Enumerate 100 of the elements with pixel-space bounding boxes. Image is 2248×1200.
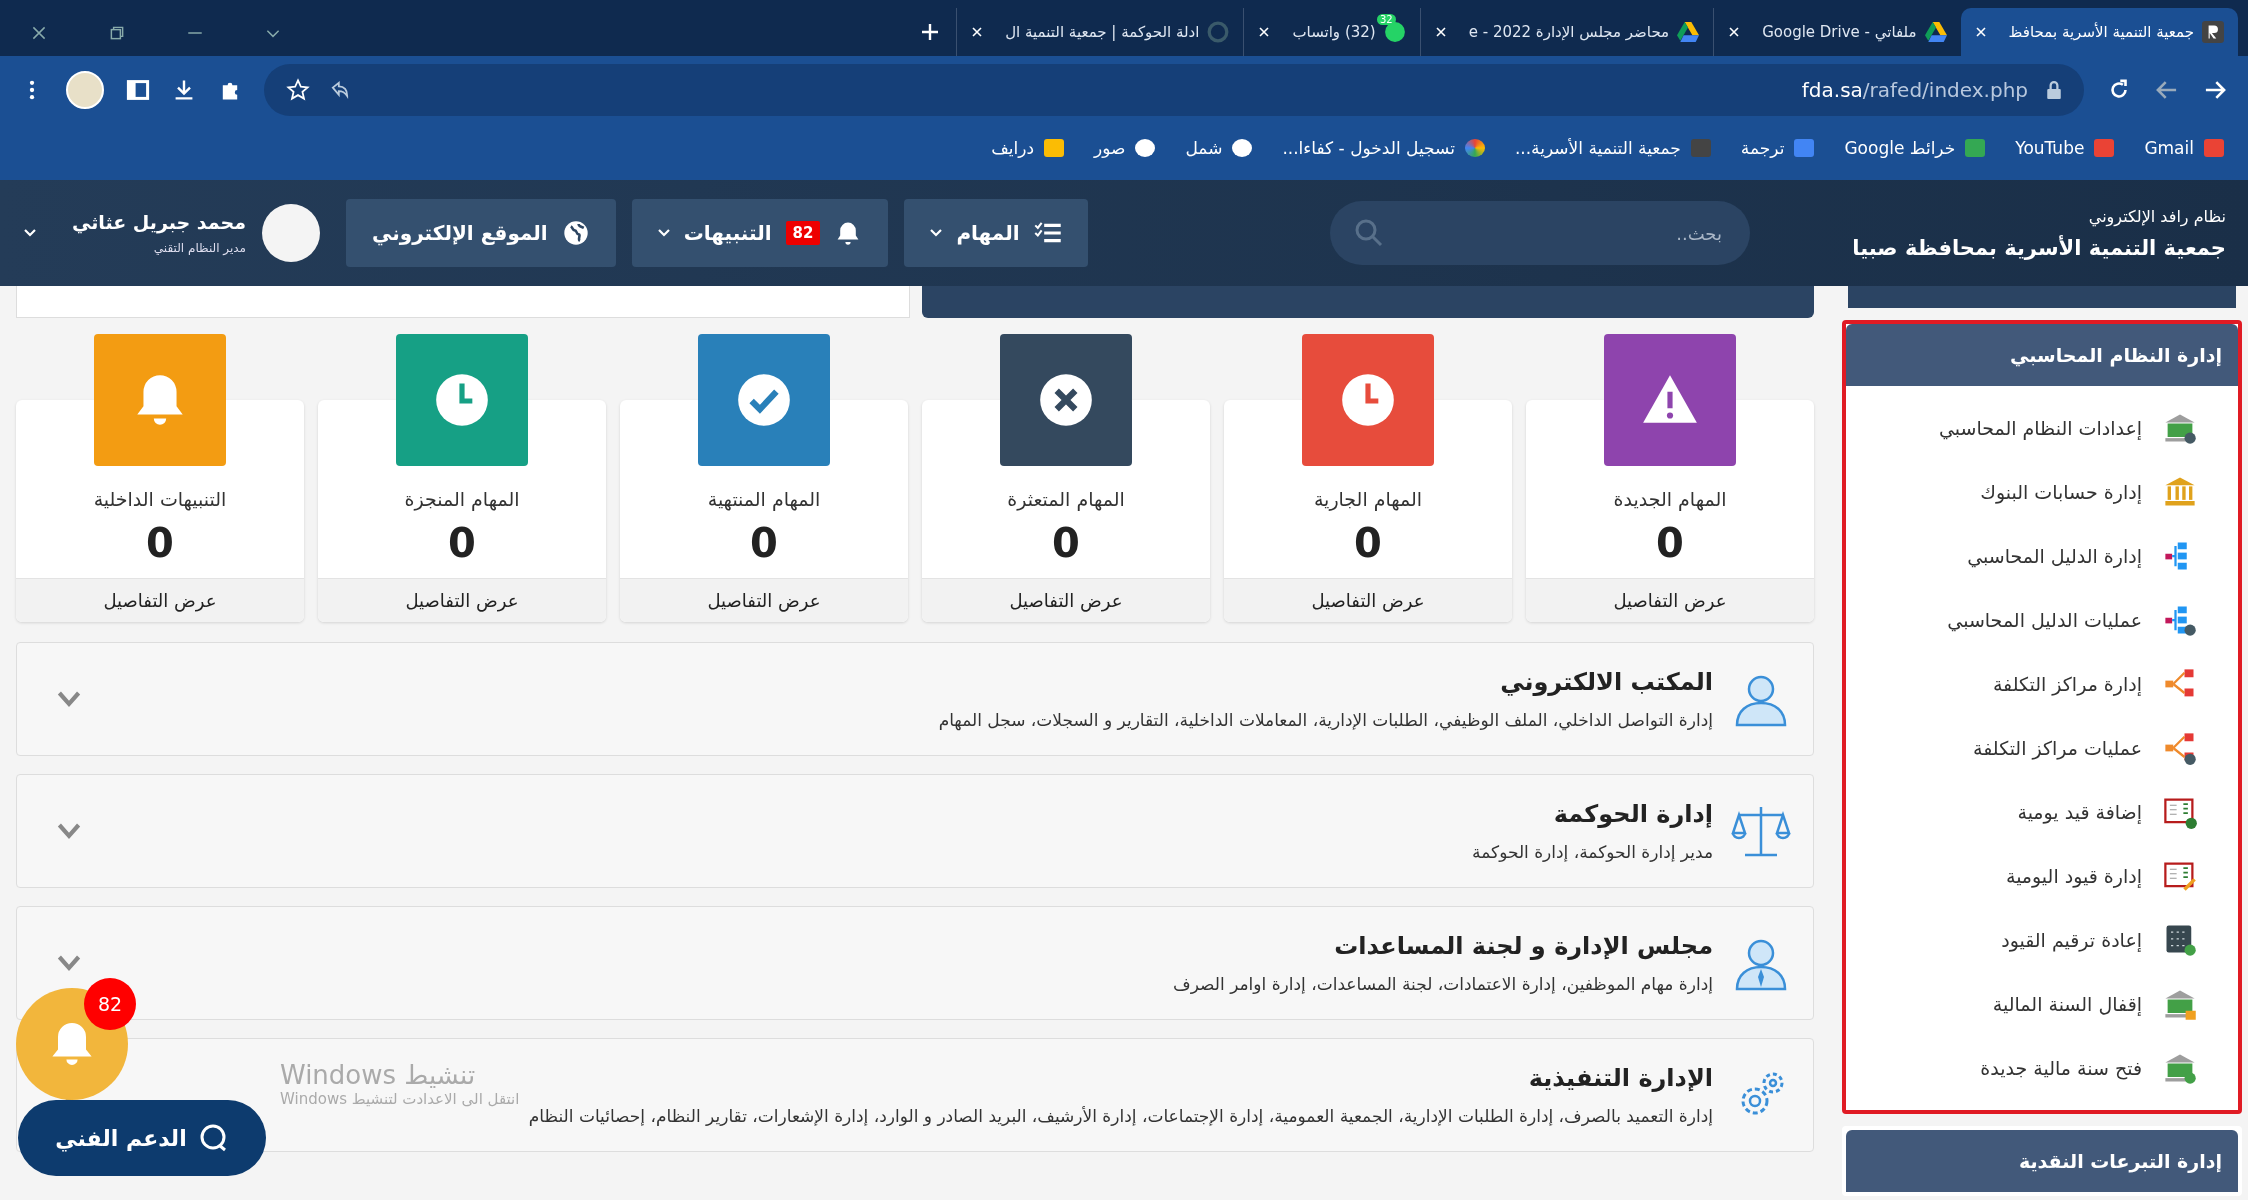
module-description: مدير إدارة الحوكمة، إدارة الحوكمة — [1472, 842, 1713, 862]
sidebar-icon[interactable] — [126, 78, 150, 102]
stat-value: 0 — [448, 520, 476, 566]
module-title: الإدارة التنفيذية — [1528, 1064, 1713, 1092]
stat-title: المهام المنتهية — [707, 488, 821, 510]
circle-icon — [1207, 21, 1230, 43]
menu-item[interactable]: إدارة حسابات البنوك — [1846, 460, 2238, 524]
caret-icon — [930, 229, 943, 237]
stat-title: التنبيهات الداخلية — [93, 488, 227, 510]
menu-item[interactable]: إعادة ترقيم القيود — [1846, 908, 2238, 972]
tab-badge: 32 — [1376, 14, 1396, 25]
chevron-down-icon[interactable] — [57, 690, 81, 708]
tab-title: محاضر مجلس الإدارة 2022 - e — [1468, 23, 1670, 41]
close-icon[interactable] — [30, 24, 48, 42]
activation-title: تنشيط Windows — [280, 1060, 476, 1090]
tasks-button[interactable]: المهام — [904, 199, 1088, 267]
caret-icon — [657, 229, 670, 237]
details-link[interactable]: عرض التفاصيل — [1224, 578, 1512, 622]
details-link[interactable]: عرض التفاصيل — [318, 578, 606, 622]
bookmark[interactable]: تسجيل الدخول - كفاءا... — [1282, 138, 1485, 158]
tab-title: جمعية التنمية الأسرية بمحافظ — [2008, 23, 2194, 41]
menu-item[interactable]: إدارة قيود اليومية — [1846, 844, 2238, 908]
menu-item[interactable]: إضافة قيد يومية — [1846, 780, 2238, 844]
menu-item[interactable]: إقفال السنة المالية — [1846, 972, 2238, 1036]
details-link[interactable]: عرض التفاصيل — [922, 578, 1210, 622]
bookmark-icon — [1794, 139, 1815, 157]
bookmark-icon — [2204, 139, 2224, 157]
support-button[interactable]: الدعم الفني — [18, 1100, 266, 1176]
avatar[interactable] — [262, 204, 320, 262]
user-name[interactable]: محمد جبريل عثاثي — [72, 211, 246, 233]
bookmark[interactable]: YouTube — [2015, 138, 2115, 158]
menu-item[interactable]: عمليات مراكز التكلفة — [1846, 716, 2238, 780]
menu-item[interactable]: إدارة الدليل المحاسبي — [1846, 524, 2238, 588]
section-title[interactable]: إدارة التبرعات النقدية — [1846, 1130, 2238, 1192]
menu-item-icon — [2162, 730, 2198, 766]
bookmark[interactable]: شمل — [1185, 138, 1253, 158]
chevron-down-icon[interactable] — [57, 822, 81, 840]
chevron-down-icon[interactable] — [57, 954, 81, 972]
stat-title: المهام المتعثرة — [1007, 488, 1125, 510]
stat-value: 0 — [1354, 520, 1382, 566]
letter-logo-icon — [2202, 21, 2224, 43]
menu-item[interactable]: فتح سنة مالية جديدة — [1846, 1036, 2238, 1100]
details-link[interactable]: عرض التفاصيل — [620, 578, 908, 622]
drive-icon — [1677, 21, 1700, 43]
section-title[interactable]: إدارة النظام المحاسبي — [1846, 324, 2238, 386]
search-icon — [1354, 218, 1384, 248]
close-icon[interactable] — [1258, 26, 1271, 38]
restore-icon[interactable] — [108, 24, 126, 42]
menu-item[interactable]: إدارة مراكز التكلفة — [1846, 652, 2238, 716]
profile-avatar[interactable] — [66, 71, 104, 109]
bookmark[interactable]: خرائط Google — [1844, 138, 1986, 158]
bookmark-icon — [1135, 139, 1156, 157]
module-description: إدارة التواصل الداخلي، الملف الوظيفي، الطلبات الإدارية، المعاملات الداخلية، التقارير و السجلات، سجل المهام — [938, 710, 1713, 730]
details-link[interactable]: عرض التفاصيل — [16, 578, 304, 622]
bookmark-icon — [1464, 139, 1485, 157]
plus-icon[interactable] — [920, 22, 941, 42]
bookmark[interactable]: ترجمة — [1740, 138, 1815, 158]
module-title: المكتب الالكتروني — [1500, 668, 1713, 696]
module-title: إدارة الحوكمة — [1553, 800, 1713, 828]
menu-item[interactable]: إعدادات النظام المحاسبي — [1846, 396, 2238, 460]
close-icon[interactable] — [1974, 26, 1987, 38]
bookmark[interactable]: Gmail — [2144, 138, 2224, 158]
browser-tab[interactable]: جمعية التنمية الأسرية بمحافظ — [1960, 8, 2238, 56]
module-description: إدارة مهام الموظفين، إدارة الاعتمادات، لجنة المساعدات، إدارة اوامر الصرف — [1173, 974, 1713, 994]
activation-message: انتقل الى الاعدادت لتنشيط Windows — [280, 1090, 520, 1108]
bookmark[interactable]: جمعية التنمية الأسرية... — [1514, 138, 1711, 158]
menu-item[interactable]: عمليات الدليل المحاسبي — [1846, 588, 2238, 652]
bookmark[interactable]: صور — [1094, 138, 1156, 158]
organization-name: جمعية التنمية الأسرية بمحافظة صبيا — [1851, 235, 2226, 260]
stat-title: المهام الجارية — [1313, 488, 1423, 510]
url-text: fda.sa/rafed/index.php — [1801, 78, 2028, 102]
globe-icon — [561, 220, 590, 246]
stat-title: المهام الجديدة — [1613, 488, 1727, 510]
module-panel[interactable]: إدارة الحوكمة مدير إدارة الحوكمة، إدارة الحوكمة — [16, 774, 1814, 888]
address-field[interactable]: fda.sa/rafed/index.php — [264, 64, 2084, 116]
stat-value: 0 — [750, 520, 778, 566]
drive-icon — [1924, 21, 1947, 43]
caret-icon[interactable] — [24, 229, 36, 237]
close-icon[interactable] — [1728, 26, 1741, 38]
system-name: نظام رافد الإلكتروني — [2087, 206, 2226, 226]
lock-icon — [2046, 81, 2062, 99]
bookmark-icon — [1044, 139, 1064, 157]
stat-value: 0 — [146, 520, 174, 566]
website-button[interactable]: الموقع الإلكتروني — [346, 199, 616, 267]
bookmark-icon — [1965, 139, 1986, 157]
bookmark-icon — [2094, 139, 2115, 157]
module-description: إدارة التعميد بالصرف، إدارة الطلبات الإدارية، الجمعية العمومية، إدارة الإجتماعات، إدارة الأرشيف، البريد الصادر و الوارد، إدارة الإشعارات، تقارير النظام، إحصائيات النظام — [528, 1106, 1713, 1126]
module-panel[interactable]: المكتب الالكتروني إدارة التواصل الداخلي، الملف الوظيفي، الطلبات الإدارية، المعاملات الداخلية، التقارير و السجلات، سجل المهام — [16, 642, 1814, 756]
bookmark[interactable]: درايف — [991, 138, 1064, 158]
notification-badge: 82 — [785, 221, 821, 245]
tab-title: ملفاتي - Google Drive — [1762, 23, 1917, 41]
stat-title: المهام المنجزة — [404, 488, 520, 510]
user-role: مدير النظام التقني — [153, 241, 246, 255]
tab-title: ادلة الحوكمة | جمعية التنمية ال — [1005, 23, 1200, 41]
close-icon[interactable] — [971, 26, 984, 38]
details-link[interactable]: عرض التفاصيل — [1526, 578, 1814, 622]
search-field[interactable]: بحث.. — [1330, 201, 1750, 265]
star-icon[interactable] — [286, 78, 310, 102]
close-icon[interactable] — [1434, 26, 1447, 38]
module-title: مجلس الإدارة و لجنة المساعدات — [1334, 932, 1713, 960]
